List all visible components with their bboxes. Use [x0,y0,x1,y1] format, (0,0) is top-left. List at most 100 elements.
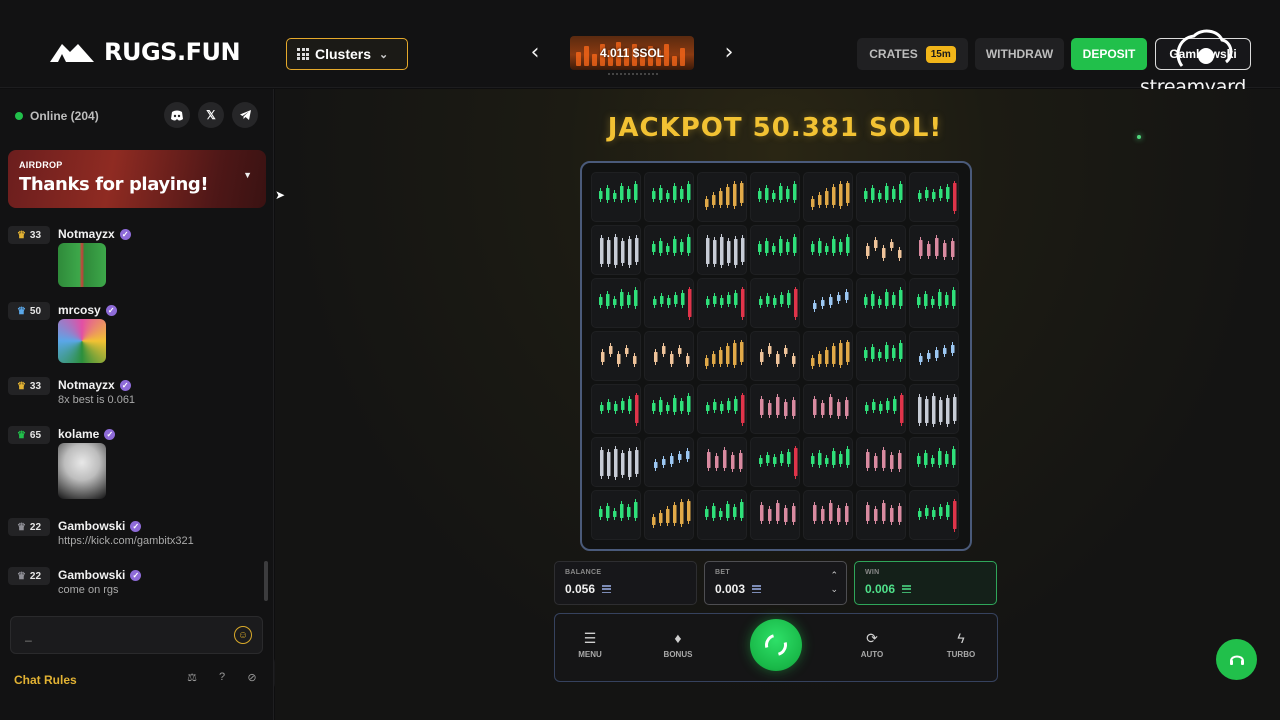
candle-body [673,239,677,253]
grid-cell-green-candles[interactable] [697,490,747,540]
grid-cell-green-candles[interactable] [750,172,800,222]
grid-cell-peach-candles[interactable] [591,331,641,381]
grid-cell-blue-candles[interactable] [644,437,694,487]
candles-icon [759,287,798,320]
chat-input[interactable] [10,616,263,654]
grid-cell-red-candles[interactable] [750,437,800,487]
candle-body [666,405,670,411]
x-icon[interactable]: 𝕏 [198,102,224,128]
grid-cell-white-candles[interactable] [697,225,747,275]
grid-cell-green-candles[interactable] [750,225,800,275]
grid-cell-peach-candles[interactable] [750,331,800,381]
deposit-button[interactable]: DEPOSIT [1071,38,1147,70]
grid-cell-gold-candles[interactable] [644,490,694,540]
chat-username[interactable]: Gambowski ✓ [58,568,142,582]
spin-button[interactable] [750,619,802,671]
scale-icon[interactable]: ⚖ [184,671,200,687]
chat-rules-link[interactable]: Chat Rules [14,673,77,687]
grid-cell-pink-candles[interactable] [697,437,747,487]
turbo-button[interactable]: ϟ TURBO [931,630,991,659]
chat-text[interactable]: https://kick.com/gambitx321 [58,535,194,547]
grid-cell-red-candles[interactable] [591,384,641,434]
grid-cell-green-candles[interactable] [591,490,641,540]
grid-cell-gold-candles[interactable] [697,172,747,222]
grid-cell-green-candles[interactable] [644,172,694,222]
help-icon[interactable]: ? [214,671,230,687]
grid-cell-peach-candles[interactable] [856,225,906,275]
grid-cell-green-candles[interactable] [644,225,694,275]
grid-cell-green-candles[interactable] [803,225,853,275]
grid-cell-red-candles[interactable] [909,172,959,222]
jackpot-banner: JACKPOT 50.381 SOL! [607,113,943,143]
auto-play-icon: ⟳ [866,630,878,646]
airdrop-banner[interactable]: AIRDROP Thanks for playing! ▼ [8,150,266,208]
grid-cell-pink-candles[interactable] [856,490,906,540]
price-ticker[interactable]: 4.011 $SOL [570,36,694,70]
grid-cell-green-candles[interactable] [909,278,959,328]
candle-body [733,343,737,365]
grid-cell-blue-candles[interactable] [909,331,959,381]
discord-icon[interactable] [164,102,190,128]
grid-cell-white-candles[interactable] [909,384,959,434]
grid-cell-red-candles[interactable] [697,278,747,328]
grid-cell-pink-candles[interactable] [750,384,800,434]
grid-cell-white-candles[interactable] [591,437,641,487]
grid-cell-red-candles[interactable] [750,278,800,328]
candle-body [625,348,629,354]
grid-cell-green-candles[interactable] [591,172,641,222]
chevron-up-icon[interactable]: ⌃ [830,568,838,582]
chat-scrollbar[interactable] [264,561,268,601]
candles-icon [599,181,638,203]
grid-cell-pink-candles[interactable] [856,437,906,487]
grid-cell-red-candles[interactable] [697,384,747,434]
grid-cell-gold-candles[interactable] [803,172,853,222]
grid-cell-green-candles[interactable] [591,278,641,328]
grid-cell-green-candles[interactable] [856,331,906,381]
candles-icon [705,340,744,369]
chat-username[interactable]: mrcosy ✓ [58,303,117,317]
grid-cell-gold-candles[interactable] [803,331,853,381]
next-arrow-icon[interactable]: › [719,42,739,64]
emoji-icon[interactable]: ☺ [234,626,252,644]
grid-cell-green-candles[interactable] [909,437,959,487]
grid-cell-gold-candles[interactable] [697,331,747,381]
bet-panel[interactable]: BET 0.003 ⌃ ⌄ [704,561,847,605]
withdraw-button[interactable]: WITHDRAW [975,38,1064,70]
chat-username[interactable]: Notmayzx ✓ [58,378,131,392]
telegram-icon[interactable] [232,102,258,128]
candle-body [792,356,796,364]
candle-body [837,295,841,301]
grid-cell-red-candles[interactable] [644,278,694,328]
grid-cell-red-candles[interactable] [856,384,906,434]
menu-button[interactable]: ☰ MENU [560,630,620,659]
clusters-dropdown[interactable]: Clusters ⌄ [286,38,408,70]
candle-body [885,345,889,359]
grid-cell-peach-candles[interactable] [644,331,694,381]
chat-username[interactable]: kolame ✓ [58,427,116,441]
grid-cell-pink-candles[interactable] [803,384,853,434]
logo[interactable]: RUGS.FUN [48,38,241,66]
auto-button[interactable]: ⟳ AUTO [842,630,902,659]
grid-cell-green-candles[interactable] [856,172,906,222]
chat-username[interactable]: Notmayzx ✓ [58,227,131,241]
grid-cell-green-candles[interactable] [803,437,853,487]
candle-body [768,403,772,415]
prev-arrow-icon[interactable]: ‹ [525,42,545,64]
grid-cell-green-candles[interactable] [856,278,906,328]
chat-username[interactable]: Gambowski ✓ [58,519,142,533]
grid-cell-pink-candles[interactable] [909,225,959,275]
chat-message: ♛ 50 mrcosy ✓ [8,302,264,364]
grid-cell-white-candles[interactable] [591,225,641,275]
grid-cell-red-candles[interactable] [909,490,959,540]
bet-stepper[interactable]: ⌃ ⌄ [830,568,838,596]
candle-body [952,449,956,465]
grid-cell-green-candles[interactable] [644,384,694,434]
grid-cell-pink-candles[interactable] [750,490,800,540]
grid-cell-pink-candles[interactable] [803,490,853,540]
chevron-down-icon[interactable]: ⌄ [830,582,838,596]
mute-icon[interactable]: ⊘ [244,671,260,687]
bonus-button[interactable]: ♦ BONUS [648,630,708,659]
grid-cell-blue-candles[interactable] [803,278,853,328]
crates-button[interactable]: CRATES 15m [857,38,968,70]
support-chat-button[interactable] [1216,639,1257,680]
